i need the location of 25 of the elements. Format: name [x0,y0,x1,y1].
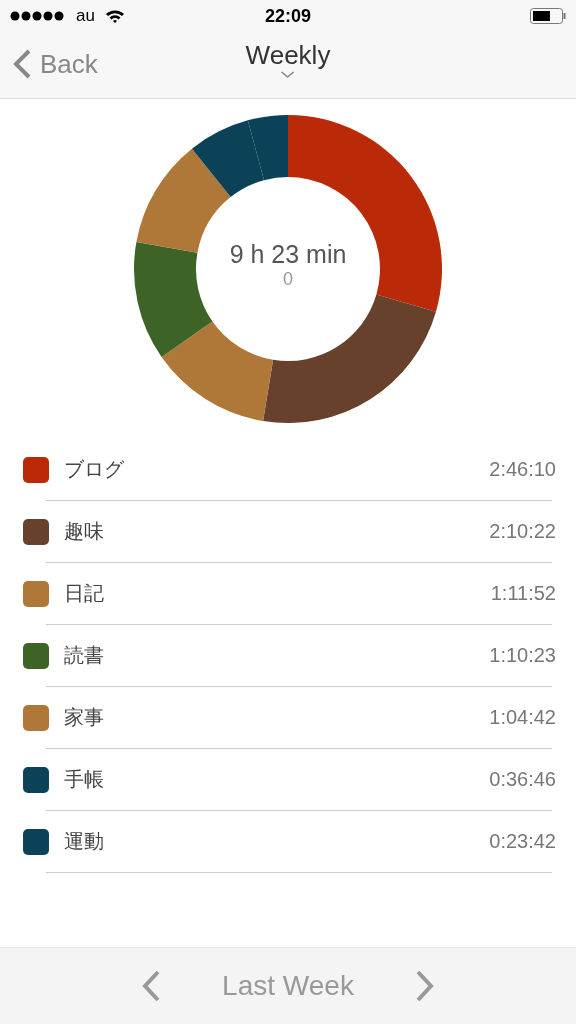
chevron-left-icon [12,48,32,80]
category-name: 日記 [64,581,104,606]
category-duration: 1:04:42 [489,706,556,729]
category-name: 趣味 [64,519,104,544]
carrier-name: au [76,6,95,26]
total-duration: 9 h 23 min [229,240,347,269]
battery-icon [530,8,566,24]
category-name: 読書 [64,643,104,668]
signal-icon [10,11,66,21]
category-duration: 2:10:22 [489,520,556,543]
caret-icon [281,71,295,79]
wifi-icon [104,9,125,23]
category-name: 家事 [64,705,104,730]
category-name: 手帳 [64,767,104,792]
category-duration: 1:10:23 [489,644,556,667]
category-duration: 0:23:42 [489,830,556,853]
category-duration: 0:36:46 [489,768,556,791]
status-time: 22:09 [265,5,311,27]
period-label: Last Week [222,970,354,1002]
period-dropdown[interactable]: Weekly [245,40,331,79]
center-subtitle: 0 [283,269,293,290]
category-name: ブログ [64,457,124,482]
category-name: 運動 [64,829,104,854]
category-duration: 1:11:52 [490,582,556,605]
category-duration: 2:46:10 [489,458,556,481]
